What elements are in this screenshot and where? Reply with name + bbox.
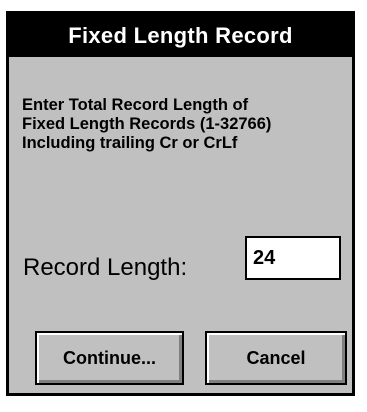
instructions-text: Enter Total Record Length of Fixed Lengt… (22, 96, 352, 153)
record-length-label: Record Length: (23, 254, 188, 281)
instruction-line-3: Including trailing Cr or CrLf (22, 134, 238, 152)
fixed-length-record-dialog: Fixed Length Record Enter Total Record L… (6, 11, 355, 396)
cancel-button[interactable]: Cancel (205, 331, 347, 385)
continue-button[interactable]: Continue... (35, 331, 184, 385)
dialog-title: Fixed Length Record (68, 22, 293, 48)
instruction-line-1: Enter Total Record Length of (22, 96, 249, 114)
record-length-input[interactable] (245, 236, 341, 280)
dialog-title-bar[interactable]: Fixed Length Record (9, 14, 352, 57)
instruction-line-2: Fixed Length Records (1-32766) (22, 115, 272, 133)
